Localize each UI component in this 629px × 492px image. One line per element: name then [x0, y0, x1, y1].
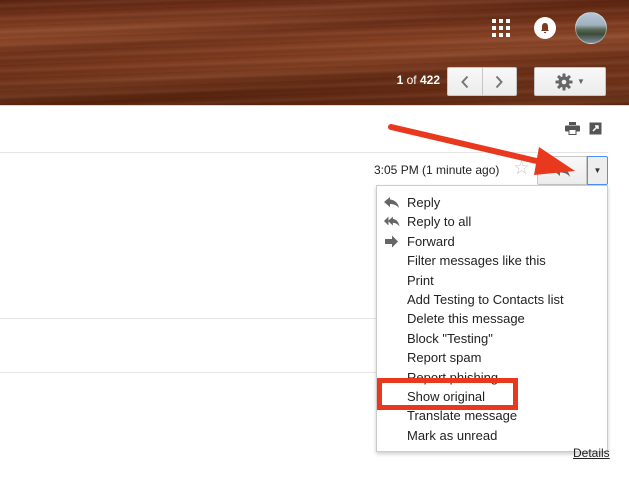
header-divider [0, 105, 629, 106]
apps-grid-icon[interactable] [492, 19, 510, 37]
menu-item-print[interactable]: Print [377, 271, 607, 290]
pager-buttons [447, 67, 517, 96]
message-actions-menu: Reply Reply to all Forward Filter messag… [376, 185, 608, 452]
header-bar: 1 of 422 ▼ [0, 0, 629, 105]
older-button[interactable] [448, 68, 482, 95]
message-divider-lower [0, 372, 376, 373]
menu-item-label: Block "Testing" [407, 330, 493, 346]
menu-item-label: Filter messages like this [407, 253, 546, 269]
forward-icon [385, 235, 398, 248]
newer-button[interactable] [481, 68, 517, 95]
reply-icon [384, 197, 399, 208]
counter-of: of [406, 73, 417, 87]
reply-all-icon [384, 217, 400, 227]
menu-item-label: Reply [407, 195, 441, 210]
more-options-button[interactable]: ▼ [587, 156, 608, 185]
menu-item-forward[interactable]: Forward [377, 232, 607, 251]
details-link[interactable]: Details [573, 446, 610, 460]
counter-total: 422 [419, 73, 440, 87]
menu-item-label: Print [407, 272, 434, 288]
menu-item-block[interactable]: Block "Testing" [377, 329, 607, 348]
menu-item-label: Translate message [407, 408, 518, 424]
menu-item-label: Report spam [407, 350, 482, 366]
menu-item-filter[interactable]: Filter messages like this [377, 251, 607, 270]
menu-item-label: Add Testing to Contacts list [407, 291, 564, 307]
menu-item-add-contact[interactable]: Add Testing to Contacts list [377, 290, 607, 309]
gear-icon [555, 73, 573, 90]
menu-item-report-spam[interactable]: Report spam [377, 348, 607, 367]
annotation-highlight-box [377, 378, 518, 410]
caret-down-icon: ▼ [577, 77, 585, 86]
menu-item-delete[interactable]: Delete this message [377, 309, 607, 328]
bell-icon[interactable] [534, 17, 556, 39]
caret-down-icon: ▼ [593, 166, 602, 175]
menu-item-label: Mark as unread [407, 427, 498, 443]
settings-button[interactable]: ▼ [534, 67, 606, 96]
message-divider [0, 318, 376, 319]
menu-item-label: Delete this message [407, 311, 525, 327]
menu-item-reply[interactable]: Reply [377, 193, 607, 212]
annotation-arrow [388, 124, 575, 175]
menu-item-label: Reply to all [407, 214, 472, 230]
menu-item-label: Forward [407, 233, 455, 249]
message-counter: 1 of 422 [385, 73, 440, 87]
menu-item-reply-all[interactable]: Reply to all [377, 212, 607, 231]
new-window-icon[interactable] [589, 122, 602, 140]
chevron-left-icon [460, 75, 468, 88]
avatar[interactable] [575, 12, 607, 44]
counter-current: 1 [396, 73, 404, 87]
menu-item-mark-unread[interactable]: Mark as unread [377, 426, 607, 445]
chevron-right-icon [496, 75, 504, 88]
